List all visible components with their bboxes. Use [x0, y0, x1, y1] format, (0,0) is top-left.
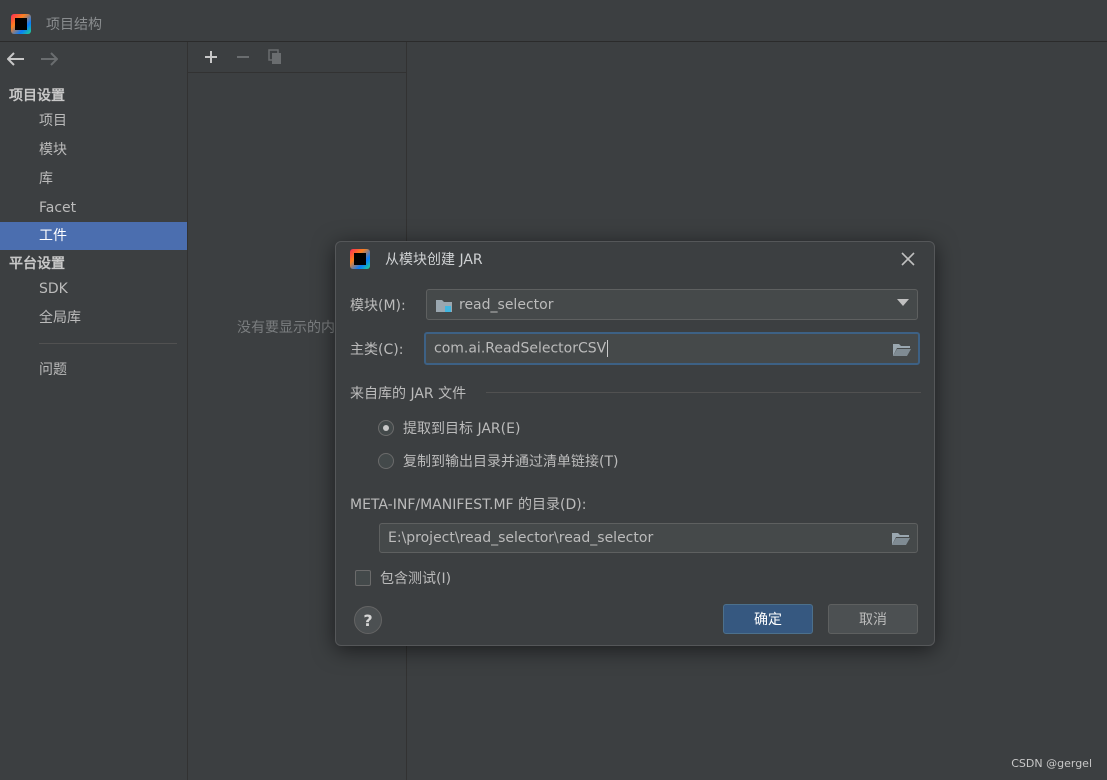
radio-extract-label: 提取到目标 JAR(E) — [403, 421, 521, 437]
text-caret — [607, 340, 609, 357]
include-tests-checkbox-row[interactable]: 包含测试(I) — [355, 568, 451, 588]
dialog-titlebar: 从模块创建 JAR — [336, 242, 934, 276]
module-label: 模块(M): — [350, 298, 406, 314]
dialog-title: 从模块创建 JAR — [385, 252, 483, 268]
nav-arrows — [0, 42, 187, 76]
sidebar-section-project-settings: 项目设置 — [9, 88, 65, 104]
help-button[interactable]: ? — [354, 606, 382, 634]
sidebar-item-libraries[interactable]: 库 — [0, 165, 187, 193]
watermark: CSDN @gergel — [1011, 757, 1092, 770]
include-tests-label: 包含测试(I) — [380, 571, 452, 587]
forward-arrow-icon[interactable] — [38, 49, 60, 69]
sidebar-item-problems[interactable]: 问题 — [0, 356, 187, 384]
sidebar-item-facets[interactable]: Facet — [0, 194, 187, 222]
copy-icon[interactable] — [259, 44, 291, 70]
include-tests-checkbox[interactable] — [355, 570, 371, 586]
sidebar-item-sdk[interactable]: SDK — [0, 275, 187, 303]
add-icon[interactable] — [195, 44, 227, 70]
sidebar-section-platform-settings: 平台设置 — [9, 256, 65, 272]
create-jar-dialog: 从模块创建 JAR 模块(M): read_selector 主类(C): co… — [335, 241, 935, 646]
intellij-logo-icon — [350, 249, 370, 269]
jar-group-divider — [486, 392, 921, 393]
window-title: 项目结构 — [46, 16, 102, 33]
module-combobox[interactable]: read_selector — [426, 289, 918, 320]
remove-icon[interactable] — [227, 44, 259, 70]
main-class-input[interactable]: com.ai.ReadSelectorCSV — [424, 332, 920, 365]
main-class-value: com.ai.ReadSelectorCSV — [434, 340, 609, 357]
radio-checked[interactable] — [378, 420, 394, 436]
ok-button[interactable]: 确定 — [723, 604, 813, 634]
sidebar-item-modules[interactable]: 模块 — [0, 136, 187, 164]
manifest-dir-label: META-INF/MANIFEST.MF 的目录(D): — [350, 497, 587, 513]
jar-group-label: 来自库的 JAR 文件 — [350, 386, 467, 402]
module-value: read_selector — [459, 296, 554, 313]
sidebar-item-global-libraries[interactable]: 全局库 — [0, 304, 187, 332]
manifest-dir-value: E:\project\read_selector\read_selector — [388, 530, 654, 546]
radio-extract-to-jar[interactable]: 提取到目标 JAR(E) — [378, 418, 520, 438]
close-icon[interactable] — [898, 249, 918, 269]
cancel-button[interactable]: 取消 — [828, 604, 918, 634]
module-folder-icon — [435, 297, 453, 313]
empty-panel-message: 没有要显示的内 — [237, 320, 335, 336]
sidebar-item-artifacts[interactable]: 工件 — [0, 222, 187, 250]
artifacts-toolbar — [188, 42, 406, 73]
sidebar-item-project[interactable]: 项目 — [0, 107, 187, 135]
intellij-logo-icon — [11, 13, 31, 34]
back-arrow-icon[interactable] — [5, 49, 27, 69]
folder-open-icon[interactable] — [891, 530, 911, 546]
sidebar: 项目设置 项目 模块 库 Facet 工件 平台设置 SDK 全局库 问题 — [0, 42, 188, 780]
main-class-label: 主类(C): — [350, 342, 404, 358]
folder-open-icon[interactable] — [892, 341, 912, 357]
window-titlebar: 项目结构 — [0, 6, 1107, 42]
radio-copy-to-output[interactable]: 复制到输出目录并通过清单链接(T) — [378, 451, 618, 471]
sidebar-divider — [39, 343, 177, 344]
manifest-dir-input[interactable]: E:\project\read_selector\read_selector — [379, 523, 918, 553]
radio-copy-label: 复制到输出目录并通过清单链接(T) — [403, 454, 619, 470]
radio-unchecked[interactable] — [378, 453, 394, 469]
chevron-down-icon — [897, 299, 909, 306]
